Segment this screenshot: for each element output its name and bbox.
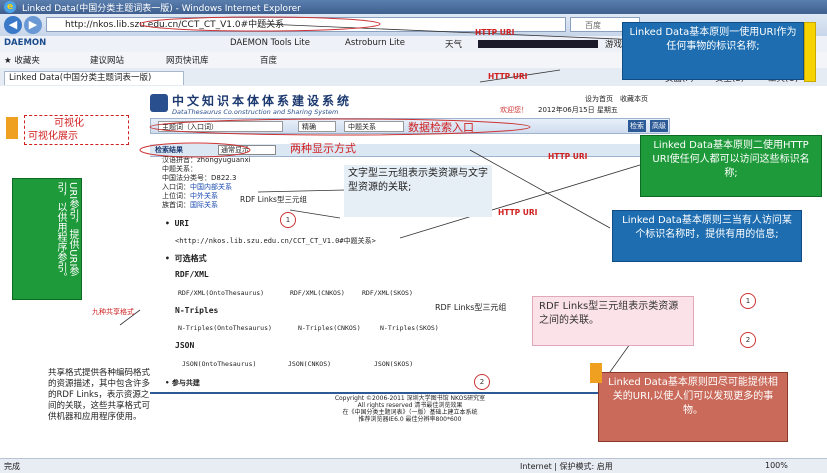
http-uri-label-3: HTTP URI: [548, 152, 588, 161]
annotation-principle-2: Linked Data基本原则二使用HTTP URI使任何人都可以访问这些标识名…: [640, 135, 822, 197]
zoom-level[interactable]: 100%: [765, 461, 788, 470]
annotation-principle-1: Linked Data基本原则一使用URI作为任何事物的标识名称;: [622, 22, 804, 80]
http-uri-label-2: HTTP URI: [488, 72, 528, 81]
annotation-rdf-triple: RDF Links型三元组表示类资源之间的关联。: [532, 296, 694, 346]
principle-4-marker: [590, 363, 602, 383]
annotation-share-format: 共享格式提供各种编码格式的资源描述，其中包含许多的RDF Links，表示资源之…: [48, 368, 150, 422]
circle-marker-2a: 2: [474, 374, 490, 390]
annotation-rdf-mid: RDF Links型三元组: [435, 303, 507, 312]
annotation-rdf-small: RDF Links型三元组: [240, 195, 307, 204]
principle-1-marker: [804, 22, 816, 82]
circle-marker-1a: 1: [280, 212, 296, 228]
status-bar: 完成 Internet | 保护模式: 启用 100%: [0, 458, 827, 473]
annotation-principle-4: Linked Data基本原则四尽可能提供相关的URI,以使人们可以发现更多的事…: [598, 372, 788, 442]
annotation-two-modes: 两种显示方式: [290, 142, 356, 155]
http-uri-label-1: HTTP URI: [475, 28, 515, 37]
http-uri-label-4: HTTP URI: [498, 208, 538, 217]
zone-text: Internet | 保护模式: 启用: [520, 462, 613, 471]
circle-marker-1b: 1: [740, 293, 756, 309]
annotation-principle-3: Linked Data基本原则三当有人访问某个标识名称时，提供有用的信息;: [612, 210, 802, 262]
circle-marker-2b: 2: [740, 332, 756, 348]
annotation-visual: 可视化 可视化展示: [24, 115, 129, 145]
annotation-search-entry: 数据检索入口: [408, 121, 474, 134]
annotation-text-triple: 文字型三元组表示类资源与文字型资源的关联;: [344, 165, 492, 217]
annotation-uri-side: URI参引，提供URI参引，以供用程序参引。: [12, 178, 82, 300]
visual-marker: [6, 117, 18, 139]
annotation-nine-formats: 九种共享格式: [92, 308, 134, 316]
status-text: 完成: [4, 462, 20, 471]
